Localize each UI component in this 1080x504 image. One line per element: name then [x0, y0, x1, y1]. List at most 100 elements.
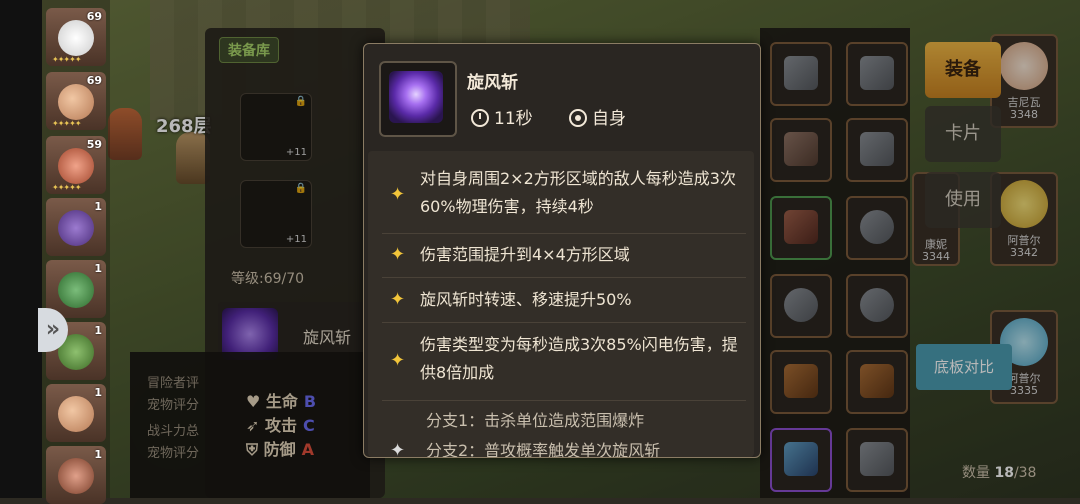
lock-icon: 🔒: [294, 183, 307, 194]
hero-slot[interactable]: 1: [46, 384, 106, 442]
stat-label: ♥ 生命: [246, 392, 298, 411]
necklace-icon: [784, 442, 818, 476]
hero-level: 1: [94, 386, 102, 399]
hero-slot[interactable]: 59 ✦✦✦✦✦: [46, 136, 106, 194]
level-text: 等级:69/70: [231, 271, 305, 287]
info-line: 宠物评分: [147, 446, 200, 461]
hero-slot[interactable]: 1: [46, 198, 106, 256]
info-line: 冒险者评: [147, 376, 200, 391]
stat-attack: ➶ 攻击 C: [246, 412, 315, 436]
armor-icon: [860, 132, 894, 166]
stat-grade: B: [303, 392, 317, 411]
effect-text: 伤害类型变为每秒造成3次85%闪电伤害，提供8倍加成: [420, 335, 738, 382]
hero-level: 69: [86, 74, 102, 87]
effect-text: 旋风斩时转速、移速提升50%: [420, 290, 632, 309]
branch-text: 分支2：普攻概率触发单次旋风斩: [426, 441, 661, 458]
hero-avatar: [58, 210, 94, 246]
necklace-icon: [784, 364, 818, 398]
count-total: /38: [1013, 465, 1037, 481]
star-icons: ✦✦✦✦✦: [52, 55, 81, 64]
lock-icon: 🔒: [294, 96, 307, 107]
hero-portrait: [1000, 180, 1048, 228]
inventory-item-ring[interactable]: [846, 196, 908, 260]
hero-power: 3348: [1010, 108, 1038, 121]
inventory-item-armor[interactable]: [770, 118, 832, 182]
skill-effects-list: ✦ 对自身周围2×2方形区域的敌人每秒造成3次60%物理伤害，持续4秒 ✦ 伤害…: [368, 151, 754, 457]
armor-icon: [784, 132, 818, 166]
divider: [382, 233, 746, 234]
info-line: 宠物评分: [147, 398, 200, 413]
stat-label: ➶ 攻击: [246, 416, 297, 435]
star-icon: ✦: [390, 440, 406, 458]
hero-portrait: [1000, 42, 1048, 90]
hero-list[interactable]: 69 ✦✦✦✦✦ 69 ✦✦✦✦✦ 59 ✦✦✦✦✦ 1 1 1 1 1: [42, 0, 110, 504]
inventory-item-armor[interactable]: [770, 196, 832, 260]
count-label: 数量: [962, 465, 990, 481]
card-button[interactable]: 卡片: [925, 106, 1001, 162]
hero-slot[interactable]: 69 ✦✦✦✦✦: [46, 72, 106, 130]
target-icon: [569, 109, 587, 127]
hero-avatar: [58, 148, 94, 184]
equip-button[interactable]: 装备: [925, 42, 1001, 98]
hero-power: 3344: [922, 250, 950, 263]
inventory-item-armor[interactable]: [846, 118, 908, 182]
inventory-item-sword[interactable]: [846, 42, 908, 106]
cooldown-value: 11秒: [494, 109, 533, 129]
hero-power: 3342: [1010, 246, 1038, 259]
ring-icon: [784, 288, 818, 322]
inventory-item-sword[interactable]: [770, 42, 832, 106]
stat-grade: A: [301, 440, 314, 459]
star-icons: ✦✦✦✦✦: [52, 183, 81, 192]
ring-icon: [860, 210, 894, 244]
star-icon: ✦: [390, 289, 406, 310]
inventory-item-necklace[interactable]: [770, 428, 832, 492]
hero-level: 1: [94, 324, 102, 337]
armor-slot[interactable]: 🔒 +11: [240, 180, 312, 248]
star-icon: ✦: [390, 184, 406, 205]
clock-icon: [471, 109, 489, 127]
necklace-icon: [860, 442, 894, 476]
stat-defense: ⛨ 防御 A: [246, 436, 314, 460]
hero-avatar: [58, 458, 94, 494]
divider: [382, 322, 746, 323]
hero-level: 1: [94, 200, 102, 213]
inventory-item-ring[interactable]: [770, 274, 832, 338]
inventory-item-ring[interactable]: [846, 274, 908, 338]
weapon-slot[interactable]: 🔒 +11: [240, 93, 312, 161]
compare-button[interactable]: 底板对比: [916, 344, 1012, 390]
star-icon: ✦: [390, 350, 406, 371]
hero-level: 1: [94, 448, 102, 461]
hero-avatar: [58, 84, 94, 120]
ring-icon: [860, 288, 894, 322]
skill-icon-frame: [379, 61, 457, 137]
skill-tooltip: 旋风斩 11秒 自身 ✦ 对自身周围2×2方形区域的敌人每秒造成3次60%物理伤…: [363, 43, 761, 458]
hero-avatar: [58, 20, 94, 56]
stat-label: ⛨ 防御: [246, 440, 296, 459]
count-value: 18: [994, 465, 1014, 481]
hero-slot[interactable]: 69 ✦✦✦✦✦: [46, 8, 106, 66]
hero-slot[interactable]: 1: [46, 446, 106, 504]
equipment-library-tab[interactable]: 装备库: [219, 37, 279, 63]
inventory-count: 数量 18/38: [962, 462, 1036, 482]
whirlwind-skill-icon: [389, 71, 443, 123]
target-type: 自身: [569, 104, 626, 129]
tooltip-skill-name: 旋风斩: [467, 73, 518, 93]
divider: [382, 400, 746, 401]
branch-text: 分支1：击杀单位造成范围爆炸: [426, 411, 645, 430]
stat-grade: C: [302, 416, 315, 435]
info-line: 战斗力总: [147, 424, 200, 439]
necklace-icon: [860, 364, 894, 398]
inventory-item-necklace[interactable]: [770, 350, 832, 414]
effect-item: ✦ 对自身周围2×2方形区域的敌人每秒造成3次60%物理伤害，持续4秒: [382, 165, 746, 225]
inventory-item-necklace[interactable]: [846, 350, 908, 414]
use-button[interactable]: 使用: [925, 172, 1001, 228]
sword-icon: [860, 56, 894, 90]
target-value: 自身: [592, 109, 626, 129]
star-icons: ✦✦✦✦✦: [52, 119, 81, 128]
divider: [382, 277, 746, 278]
stat-hp: ♥ 生命 B: [246, 388, 316, 412]
hero-avatar: [58, 396, 94, 432]
inventory-item-necklace[interactable]: [846, 428, 908, 492]
hero-avatar: [58, 272, 94, 308]
floor-label: 268层: [156, 116, 212, 137]
